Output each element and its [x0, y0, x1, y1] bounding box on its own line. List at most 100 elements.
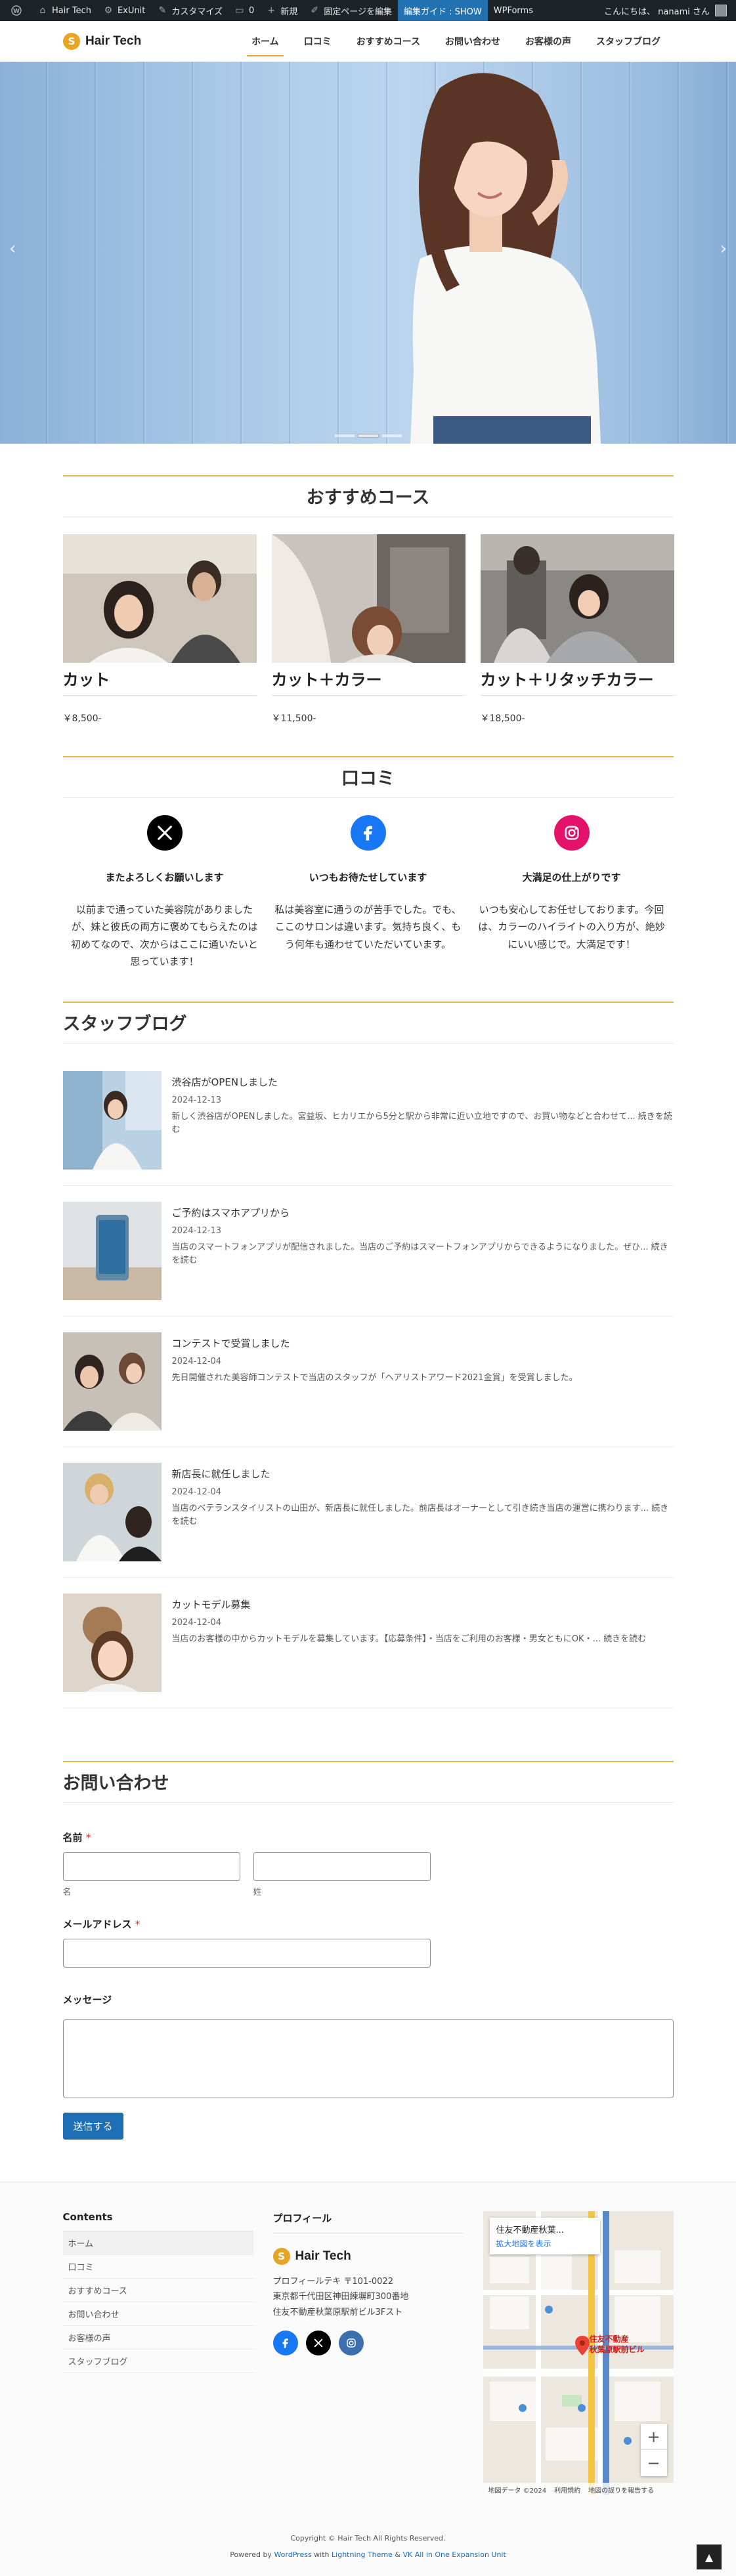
footer-menu-contact[interactable]: お問い合わせ [62, 2302, 253, 2326]
admin-bar-account[interactable]: こんにちは、 nanami さん [604, 5, 731, 17]
hero-dot-1[interactable] [334, 434, 355, 437]
review-card: 大満足の仕上がりです いつも安心してお任せしております。今回は、カラーのハイライ… [470, 815, 674, 970]
hero-dot-3[interactable] [381, 434, 402, 437]
lightning-theme-link[interactable]: Lightning Theme [332, 2550, 393, 2559]
footer-menu-home[interactable]: ホーム [62, 2231, 253, 2255]
course-name: カット＋カラー [271, 665, 465, 696]
logo-mark-icon: S [272, 2248, 290, 2265]
blog-post[interactable]: 渋谷店がOPENしました 2024-12-13 新しく渋谷店がOPENしました。… [62, 1071, 674, 1186]
hero-next-arrow[interactable]: › [720, 239, 727, 259]
admin-bar-edit-guide[interactable]: 編集ガイド : SHOW [398, 0, 488, 21]
submit-button[interactable]: 送信する [62, 2113, 123, 2140]
email-input[interactable] [62, 1939, 431, 1968]
wordpress-icon: W [11, 5, 22, 16]
course-card[interactable]: カット＋カラー ￥11,500- [271, 534, 465, 725]
admin-bar-wordpress[interactable]: W [5, 0, 32, 21]
review-title: またよろしくお願いします [105, 872, 224, 883]
course-price: ￥18,500- [480, 713, 525, 724]
course-card[interactable]: カット＋リタッチカラー ￥18,500- [480, 534, 674, 725]
hero-prev-arrow[interactable]: ‹ [9, 239, 16, 259]
post-excerpt: 当店のお客様の中からカットモデルを募集しています。【応募条件】・当店をご利用のお… [171, 1634, 647, 1644]
blog-post[interactable]: 新店長に就任しました 2024-12-04 当店のベテランスタイリストの山田が、… [62, 1447, 674, 1578]
map-attribution: 地図データ ©2024 利用規約 地図の誤りを報告する [483, 2483, 674, 2495]
last-name-input[interactable] [253, 1852, 431, 1881]
map-zoom-in-button[interactable]: + [640, 2424, 667, 2450]
review-title: いつもお待たせしています [309, 872, 427, 883]
blog-post[interactable]: カットモデル募集 2024-12-04 当店のお客様の中からカットモデルを募集し… [62, 1578, 674, 1708]
review-text: 私は美容室に通うのが苦手でした。でも、ここのサロンは違います。気持ち良く、もう何… [274, 904, 462, 950]
post-date: 2024-12-04 [171, 1618, 222, 1628]
global-nav: ホーム 口コミ おすすめコース お問い合わせ お客様の声 スタッフブログ [239, 21, 673, 62]
course-card[interactable]: カット ￥8,500- [62, 534, 257, 725]
powered-by: Powered by WordPress with Lightning Them… [230, 2550, 506, 2559]
x-icon[interactable] [146, 815, 183, 851]
blog-post[interactable]: ご予約はスマホアプリから 2024-12-13 当店のスマートフォンアプリが配信… [62, 1186, 674, 1317]
nav-voices[interactable]: お客様の声 [513, 21, 584, 62]
course-photo-cut-retouch [480, 534, 674, 663]
course-name: カット [62, 665, 257, 696]
post-title[interactable]: ご予約はスマホアプリから [172, 1206, 674, 1219]
nav-contact[interactable]: お問い合わせ [433, 21, 513, 62]
footer-logo: S Hair Tech [272, 2248, 464, 2265]
profile-text: プロフィールテキ 〒101-0022 東京都千代田区神田練塀町300番地 住友不… [272, 2277, 409, 2317]
admin-bar-wpforms[interactable]: WPForms [488, 0, 539, 21]
admin-bar-edit-page[interactable]: ✐ 固定ページを編集 [303, 0, 398, 21]
copyright: Copyright © Hair Tech All Rights Reserve… [290, 2534, 446, 2543]
facebook-icon[interactable] [272, 2331, 298, 2356]
admin-bar-exunit[interactable]: ⚙ ExUnit [97, 0, 151, 21]
course-price: ￥11,500- [271, 713, 316, 724]
post-date: 2024-12-04 [171, 1487, 222, 1497]
footer-menu-reviews[interactable]: 口コミ [62, 2255, 253, 2279]
main-content: おすすめコース カット ￥8,500- カット＋カラー ￥11,500- カット… [62, 475, 674, 2140]
courses-title: おすすめコース [62, 475, 674, 517]
post-title[interactable]: コンテストで受賞しました [172, 1336, 578, 1350]
contact-form: 名前 * 名 姓 メールアドレス * メッセージ 送信する [62, 1830, 674, 2140]
footer-menu-voices[interactable]: お客様の声 [62, 2326, 253, 2350]
vk-plugin-link[interactable]: VK All in One Expansion Unit [402, 2550, 506, 2559]
nav-home[interactable]: ホーム [239, 21, 292, 62]
hero-dot-2[interactable] [358, 434, 378, 437]
post-thumbnail [62, 1071, 162, 1170]
post-thumbnail [62, 1202, 162, 1300]
nav-reviews[interactable]: 口コミ [292, 21, 344, 62]
post-excerpt: 当店のスマートフォンアプリが配信されました。当店のご予約はスマートフォンアプリか… [171, 1242, 668, 1266]
svg-text:W: W [13, 9, 20, 15]
home-icon: ⌂ [39, 5, 46, 16]
hero-photo-woman [410, 73, 601, 444]
logo-text: Hair Tech [85, 34, 142, 48]
admin-bar-new[interactable]: + 新規 [260, 0, 303, 21]
footer-profile-title: プロフィール [272, 2211, 464, 2233]
email-label: メールアドレス * [62, 1918, 141, 1930]
first-name-input[interactable] [62, 1852, 240, 1881]
admin-bar: W ⌂ Hair Tech ⚙ ExUnit ✎ カスタマイズ ▭ 0 + 新規 ✐ 固定ペ… [0, 0, 736, 21]
map-enlarge-link[interactable]: 拡大地図を表示 [496, 2238, 594, 2249]
post-title[interactable]: 新店長に就任しました [172, 1467, 674, 1481]
admin-bar-customize[interactable]: ✎ カスタマイズ [151, 0, 228, 21]
x-icon[interactable] [305, 2331, 331, 2356]
instagram-icon[interactable] [338, 2331, 364, 2356]
back-to-top-button[interactable]: ▲ [697, 2544, 722, 2569]
admin-bar-comments[interactable]: ▭ 0 [228, 0, 260, 21]
post-title[interactable]: 渋谷店がOPENしました [172, 1075, 674, 1089]
post-title[interactable]: カットモデル募集 [172, 1597, 647, 1611]
gear-icon: ⚙ [104, 5, 113, 16]
site-footer: Contents ホーム 口コミ おすすめコース お問い合わせ お客様の声 スタ… [0, 2182, 736, 2576]
review-card: またよろしくお願いします 以前まで通っていた美容院がありましたが、妹と彼氏の両方… [63, 815, 267, 970]
post-thumbnail [62, 1332, 162, 1431]
post-date: 2024-12-04 [171, 1357, 222, 1366]
google-map[interactable]: 住友不動産秋葉... 拡大地図を表示 住友不動産 秋葉原駅前ビル + − 地図デ… [483, 2211, 674, 2495]
reviews-title: 口コミ [62, 756, 674, 798]
blog-post[interactable]: コンテストで受賞しました 2024-12-04 先日開催された美容師コンテストで… [62, 1317, 674, 1447]
wordpress-link[interactable]: WordPress [274, 2550, 311, 2559]
footer-menu-courses[interactable]: おすすめコース [62, 2279, 253, 2302]
facebook-icon[interactable] [350, 815, 386, 851]
map-zoom-out-button[interactable]: − [641, 2450, 667, 2476]
required-mark: * [135, 1918, 141, 1930]
site-logo[interactable]: S Hair Tech [63, 33, 141, 50]
nav-blog[interactable]: スタッフブログ [584, 21, 673, 62]
admin-bar-site[interactable]: ⌂ Hair Tech [32, 0, 97, 21]
message-textarea[interactable] [62, 2019, 674, 2098]
footer-menu-blog[interactable]: スタッフブログ [62, 2350, 253, 2373]
nav-courses[interactable]: おすすめコース [344, 21, 433, 62]
instagram-icon[interactable] [553, 815, 590, 851]
